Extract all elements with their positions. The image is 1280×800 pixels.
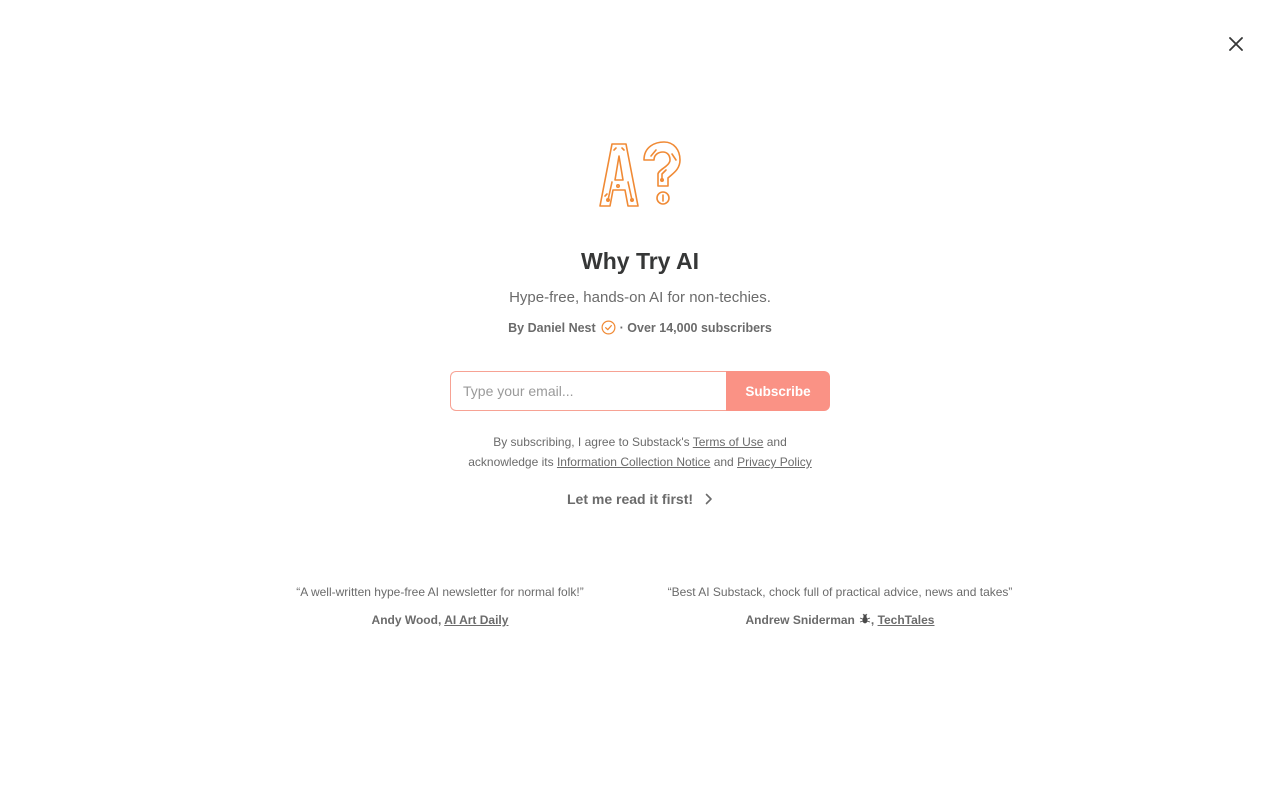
publication-tagline: Hype-free, hands-on AI for non-techies. <box>509 289 771 306</box>
read-first-label: Let me read it first! <box>566 491 694 507</box>
email-input[interactable] <box>450 371 726 411</box>
publication-link[interactable]: TechTales <box>878 613 935 627</box>
testimonial: “Best AI Substack, chock full of practic… <box>630 583 1050 630</box>
legal-notice: By subscribing, I agree to Substack's Te… <box>0 432 1280 472</box>
publication-link[interactable]: AI Art Daily <box>444 613 508 627</box>
author-name: Andrew Sniderman <box>745 613 855 627</box>
author-name: Andy Wood, <box>371 613 442 627</box>
legal-text: acknowledge its <box>468 455 557 469</box>
legal-text: and <box>710 455 738 469</box>
read-first-link[interactable]: Let me read it first! <box>0 491 1280 507</box>
byline-subscriber-count: · Over 14,000 subscribers <box>619 320 772 335</box>
author-separator: , <box>870 613 875 627</box>
chevron-right-icon <box>705 493 713 505</box>
testimonial-quote: “Best AI Substack, chock full of practic… <box>667 585 1013 599</box>
privacy-policy-link[interactable]: Privacy Policy <box>737 455 812 469</box>
information-collection-link[interactable]: Information Collection Notice <box>557 455 710 469</box>
testimonial: “A well-written hype-free AI newsletter … <box>260 583 620 629</box>
legal-text: By subscribing, I agree to Substack's <box>493 435 693 449</box>
testimonial-quote: “A well-written hype-free AI newsletter … <box>296 585 584 599</box>
byline-author: By Daniel Nest <box>508 320 596 335</box>
bug-icon <box>859 612 871 630</box>
close-button[interactable] <box>1224 32 1248 56</box>
terms-of-use-link[interactable]: Terms of Use <box>693 435 764 449</box>
subscribe-button[interactable]: Subscribe <box>726 371 830 411</box>
publication-title: Why Try AI <box>581 248 699 274</box>
byline: By Daniel Nest · Over 14,000 subscribers <box>0 320 1280 335</box>
subscribe-form: Subscribe <box>450 371 830 411</box>
testimonial-author: Andy Wood, AI Art Daily <box>260 611 620 629</box>
testimonial-author: Andrew Sniderman , TechTales <box>630 611 1050 630</box>
legal-text: and <box>763 435 787 449</box>
verified-check-icon <box>601 320 616 335</box>
ai-question-logo <box>599 141 681 207</box>
close-icon <box>1229 37 1243 51</box>
subscribe-modal: Why Try AI Hype-free, hands-on AI for no… <box>0 0 1280 800</box>
